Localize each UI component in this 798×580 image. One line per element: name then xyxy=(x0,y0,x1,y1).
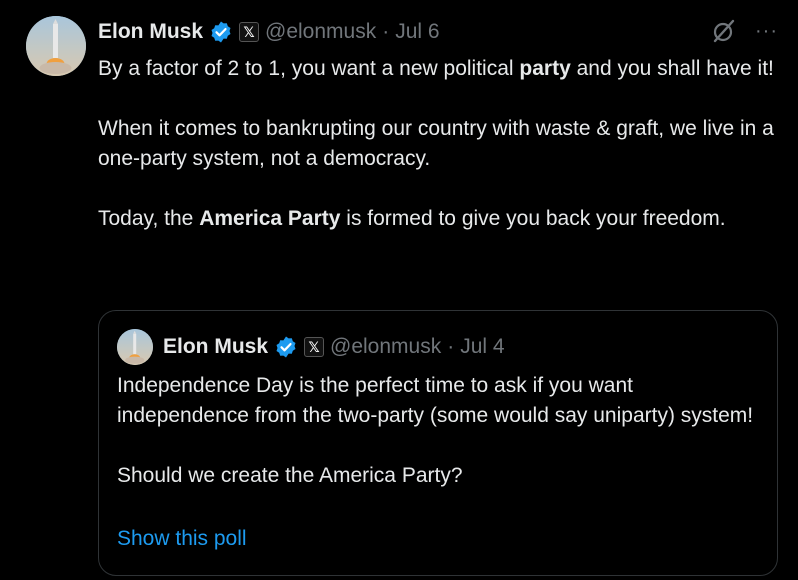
more-options-icon[interactable]: ··· xyxy=(755,21,778,41)
paragraph-1: By a factor of 2 to 1, you want a new po… xyxy=(98,57,774,80)
quoted-tweet-text: Independence Day is the perfect time to … xyxy=(117,371,767,521)
tweet-text: By a factor of 2 to 1, you want a new po… xyxy=(98,54,778,264)
paragraph-3: Today, the America Party is formed to gi… xyxy=(98,207,726,230)
author-name[interactable]: Elon Musk xyxy=(98,20,203,44)
quoted-tweet[interactable]: Elon Musk 𝕏 @elonmusk · Jul 4 Independen… xyxy=(98,310,778,576)
quoted-author-handle[interactable]: @elonmusk xyxy=(330,335,441,359)
quoted-tweet-date[interactable]: Jul 4 xyxy=(460,335,504,359)
paragraph-2: When it comes to bankrupting our country… xyxy=(98,117,774,170)
quoted-author-name[interactable]: Elon Musk xyxy=(163,335,268,359)
quoted-avatar[interactable] xyxy=(117,329,153,365)
verified-badge-icon xyxy=(209,20,233,44)
x-affiliate-badge-icon: 𝕏 xyxy=(304,337,325,357)
separator: · xyxy=(447,335,455,358)
tweet-header: Elon Musk 𝕏 @elonmusk · Jul 6 xyxy=(98,16,440,48)
tweet: Elon Musk 𝕏 @elonmusk · Jul 6 ··· By a f… xyxy=(0,0,798,580)
separator: · xyxy=(382,20,390,43)
quoted-paragraph-2: Should we create the America Party? xyxy=(117,464,463,487)
quoted-tweet-header: Elon Musk 𝕏 @elonmusk · Jul 4 xyxy=(117,329,505,365)
author-handle[interactable]: @elonmusk xyxy=(265,20,376,44)
show-poll-link[interactable]: Show this poll xyxy=(117,527,247,551)
grok-icon[interactable] xyxy=(711,18,737,44)
x-affiliate-badge-icon: 𝕏 xyxy=(239,22,260,42)
quoted-paragraph-1: Independence Day is the perfect time to … xyxy=(117,374,754,427)
tweet-actions: ··· xyxy=(711,18,778,44)
avatar[interactable] xyxy=(26,16,86,76)
verified-badge-icon xyxy=(274,335,298,359)
tweet-date[interactable]: Jul 6 xyxy=(395,20,439,44)
